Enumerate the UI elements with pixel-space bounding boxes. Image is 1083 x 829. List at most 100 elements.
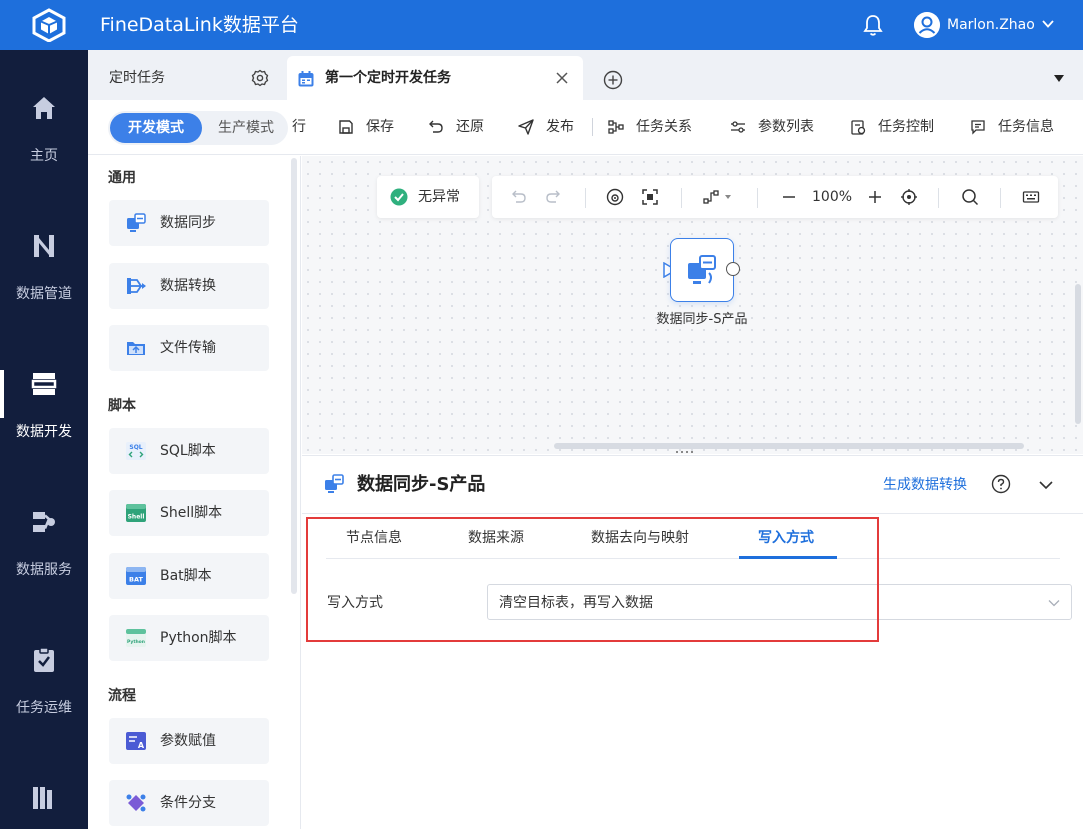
canvas-horizontal-scrollbar[interactable] [554, 443, 1024, 449]
param-list-button[interactable]: 参数列表 [730, 117, 822, 137]
svg-text:Python: Python [127, 639, 145, 645]
toolbar-divider [1000, 188, 1001, 208]
zoom-in-icon[interactable] [866, 188, 884, 206]
toolbar-divider [757, 188, 758, 208]
keyboard-icon[interactable] [1022, 188, 1040, 206]
run-button-partial[interactable]: 行 [292, 117, 306, 137]
prod-mode-button[interactable]: 生产模式 [218, 113, 298, 143]
toolbar-divider [592, 118, 593, 136]
component-label: 条件分支 [160, 795, 216, 811]
chevron-down-icon[interactable] [1041, 17, 1055, 31]
workflow-canvas[interactable]: 无异常 100% 数据同步-S产品 [302, 156, 1083, 454]
zoom-level: 100% [812, 189, 853, 205]
nav-item-dev[interactable]: 数据开发 [0, 326, 88, 446]
component-data-sync[interactable]: 数据同步 [109, 200, 269, 246]
close-icon[interactable] [555, 71, 569, 85]
svg-text:SQL: SQL [129, 444, 142, 451]
tab-first-task[interactable]: 第一个定时开发任务 [287, 56, 583, 100]
detail-header: 数据同步-S产品 生成数据转换 [302, 456, 1083, 514]
send-icon [518, 119, 534, 135]
nav-item-home[interactable]: 主页 [0, 50, 88, 170]
save-label: 保存 [366, 119, 394, 135]
nav-item-more[interactable] [0, 740, 88, 829]
locate-icon[interactable] [900, 188, 918, 206]
publish-button[interactable]: 发布 [518, 117, 580, 137]
service-icon [33, 512, 55, 532]
component-shell-script[interactable]: Shell Shell脚本 [109, 490, 269, 536]
data-sync-icon [688, 255, 716, 284]
restore-button[interactable]: 还原 [428, 117, 490, 137]
undo-icon[interactable] [510, 188, 528, 206]
calendar-task-icon [298, 71, 314, 87]
nav-item-service[interactable]: 数据服务 [0, 464, 88, 584]
component-file-transfer[interactable]: 文件传输 [109, 325, 269, 371]
tab-label: 第一个定时开发任务 [325, 70, 451, 86]
status-label: 无异常 [418, 189, 460, 205]
canvas-vertical-scrollbar[interactable] [1075, 284, 1081, 424]
add-tab-icon[interactable] [603, 70, 623, 90]
validation-status: 无异常 [377, 176, 479, 218]
finedatalink-logo-icon[interactable] [30, 8, 68, 42]
task-control-button[interactable]: 任务控制 [850, 117, 942, 137]
bat-script-icon: BAT [126, 567, 146, 585]
section-script-title: 脚本 [108, 398, 136, 414]
user-name[interactable]: Marlon.Zhao [947, 15, 1035, 35]
fit-screen-icon[interactable] [641, 188, 659, 206]
component-python-script[interactable]: Python Python脚本 [109, 615, 269, 661]
param-list-label: 参数列表 [758, 119, 814, 135]
component-condition-branch[interactable]: 条件分支 [109, 780, 269, 826]
svg-text:BAT: BAT [129, 576, 143, 584]
python-script-icon: Python [126, 629, 146, 647]
nav-label: 数据管道 [16, 286, 72, 302]
svg-text:A: A [138, 741, 145, 750]
canvas-toolbar: 100% [492, 176, 1058, 218]
check-circle-icon [390, 188, 408, 206]
nav-item-pipeline[interactable]: 数据管道 [0, 188, 88, 308]
dev-mode-button[interactable]: 开发模式 [110, 113, 202, 143]
generate-data-transform-link[interactable]: 生成数据转换 [883, 475, 967, 495]
task-control-icon [851, 120, 866, 135]
layout-dropdown-icon[interactable] [703, 188, 733, 206]
restore-label: 还原 [456, 119, 484, 135]
notification-bell-icon[interactable] [862, 13, 884, 37]
nav-label: 数据开发 [16, 424, 72, 440]
nav-label: 主页 [30, 148, 58, 164]
task-info-button[interactable]: 任务信息 [970, 117, 1062, 137]
data-transform-icon [127, 278, 146, 294]
save-button[interactable]: 保存 [338, 117, 400, 137]
redo-icon[interactable] [544, 188, 562, 206]
component-bat-script[interactable]: BAT Bat脚本 [109, 553, 269, 599]
detail-title: 数据同步-S产品 [357, 474, 486, 495]
nav-item-ops[interactable]: 任务运维 [0, 602, 88, 722]
nav-label: 任务运维 [16, 700, 72, 716]
chevron-down-icon[interactable] [1038, 477, 1054, 493]
help-icon[interactable] [991, 474, 1011, 494]
condition-branch-icon [126, 794, 146, 812]
component-label: SQL脚本 [160, 443, 216, 459]
task-toolbar: 开发模式 生产模式 行 保存 还原 发布 任务关系 参数列表 任务控制 任务信息 [88, 100, 1083, 155]
tab-scheduled-tasks[interactable]: 定时任务 [88, 50, 285, 100]
task-relations-button[interactable]: 任务关系 [608, 117, 700, 137]
component-label: 数据同步 [160, 215, 216, 231]
pipeline-icon [34, 235, 54, 257]
component-param-assign[interactable]: A 参数赋值 [109, 718, 269, 764]
data-sync-node[interactable] [670, 238, 734, 302]
toolbar-divider [585, 188, 586, 208]
node-output-port[interactable] [726, 262, 740, 276]
zoom-out-icon[interactable] [780, 188, 798, 206]
gear-icon[interactable] [251, 69, 269, 87]
component-label: 参数赋值 [160, 733, 216, 749]
component-data-transform[interactable]: 数据转换 [109, 263, 269, 309]
user-avatar-icon[interactable] [914, 12, 940, 38]
svg-text:Shell: Shell [128, 514, 145, 521]
mode-toggle: 开发模式 生产模式 [108, 111, 288, 145]
panel-scrollbar[interactable] [291, 158, 297, 594]
search-icon[interactable] [961, 188, 979, 206]
data-sync-icon [127, 213, 146, 232]
tab-list-dropdown-icon[interactable] [1054, 75, 1064, 83]
app-title: FineDataLink数据平台 [100, 14, 299, 36]
preview-icon[interactable] [606, 188, 624, 206]
component-panel: 通用 数据同步 数据转换 文件传输 脚本 SQL SQL脚本 Shell She… [88, 156, 301, 829]
component-sql-script[interactable]: SQL SQL脚本 [109, 428, 269, 474]
sliders-icon [731, 121, 745, 133]
